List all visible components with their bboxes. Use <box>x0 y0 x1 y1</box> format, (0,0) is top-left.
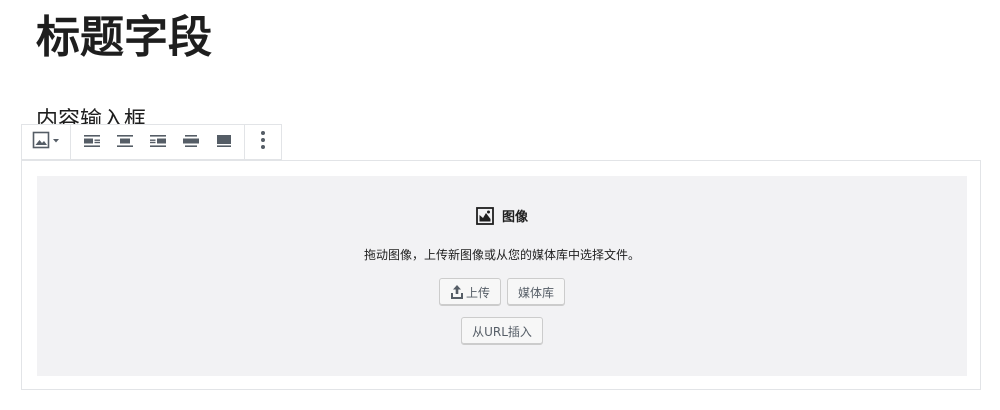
insert-from-url-button[interactable]: 从URL插入 <box>461 317 543 345</box>
align-center-icon <box>116 133 134 152</box>
align-left-button[interactable] <box>75 125 108 159</box>
more-group <box>245 125 281 159</box>
full-width-icon <box>215 133 233 152</box>
more-options-button[interactable] <box>249 125 277 159</box>
wide-width-button[interactable] <box>174 125 207 159</box>
image-block-type-icon <box>32 131 60 153</box>
wide-width-icon <box>182 133 200 152</box>
placeholder-instructions: 拖动图像，上传新图像或从您的媒体库中选择文件。 <box>363 248 640 262</box>
placeholder-label: 图像 <box>37 206 967 225</box>
align-right-button[interactable] <box>141 125 174 159</box>
image-block[interactable]: 图像 拖动图像，上传新图像或从您的媒体库中选择文件。 上传 媒体库 从URL插入 <box>21 160 981 390</box>
align-left-icon <box>83 133 101 152</box>
more-options-icon <box>260 130 266 154</box>
upload-actions: 上传 媒体库 <box>37 278 967 306</box>
post-title[interactable]: 标题字段 <box>36 10 212 66</box>
block-toolbar <box>21 124 282 160</box>
block-type-group <box>22 125 71 159</box>
placeholder-label-text: 图像 <box>501 210 528 225</box>
url-actions: 从URL插入 <box>37 317 967 345</box>
upload-button-label: 上传 <box>465 285 490 300</box>
image-icon <box>476 206 494 225</box>
full-width-button[interactable] <box>207 125 240 159</box>
align-right-icon <box>149 133 167 152</box>
upload-icon <box>450 284 464 300</box>
align-center-button[interactable] <box>108 125 141 159</box>
block-type-switcher[interactable] <box>26 125 66 159</box>
image-placeholder: 图像 拖动图像，上传新图像或从您的媒体库中选择文件。 上传 媒体库 从URL插入 <box>37 176 967 376</box>
editor-canvas: 标题字段 内容输入框 图像 拖动图像，上传新图像或从您的媒体库中选择文件。 上传… <box>0 0 1000 410</box>
upload-button[interactable]: 上传 <box>438 278 501 306</box>
media-library-button[interactable]: 媒体库 <box>507 278 566 306</box>
alignment-group <box>71 125 245 159</box>
